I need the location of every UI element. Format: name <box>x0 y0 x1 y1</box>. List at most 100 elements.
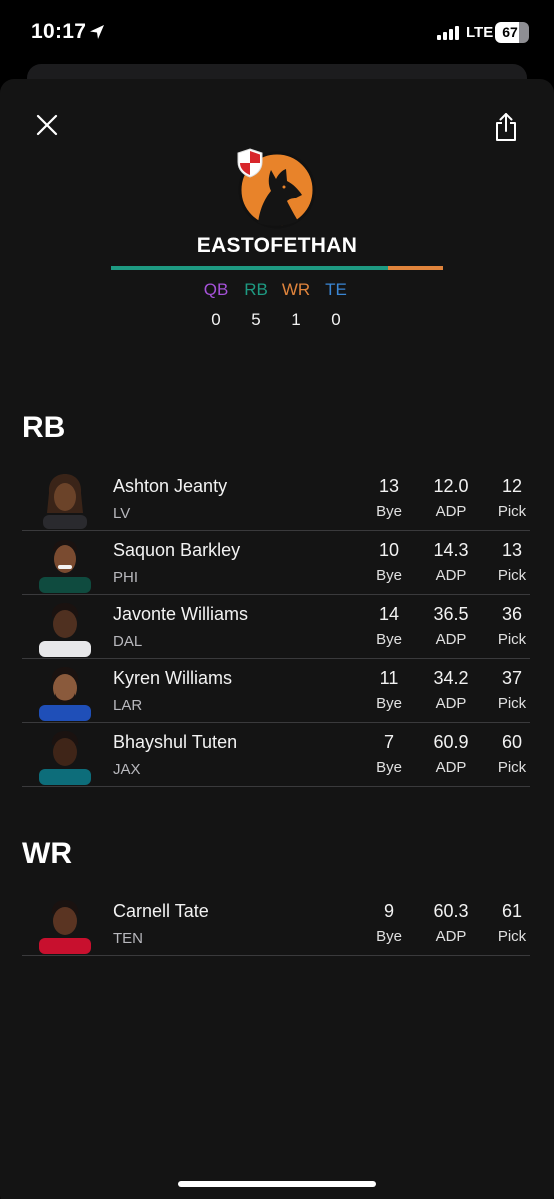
team-name: EASTOFETHAN <box>196 234 358 257</box>
pick-value: 36 <box>501 604 523 624</box>
share-icon <box>496 113 516 141</box>
player-headshot <box>39 731 91 785</box>
close-icon <box>36 114 58 136</box>
pick-value: 61 <box>501 901 523 921</box>
adp-label: ADP <box>435 631 467 648</box>
adp-stat: 60.3 ADP <box>424 901 478 945</box>
position-rb: RB 5 <box>236 279 276 330</box>
bye-value: 14 <box>378 604 400 624</box>
adp-stat: 14.3 ADP <box>424 540 478 584</box>
player-team: LAR <box>113 697 143 714</box>
bye-label: Bye <box>376 759 402 776</box>
player-row[interactable]: Bhayshul Tuten JAX 7 Bye 60.9 ADP 60 Pick <box>22 723 530 787</box>
position-label: RB <box>244 280 268 299</box>
player-headshot <box>39 667 91 721</box>
signal-icon <box>437 26 459 40</box>
bye-label: Bye <box>376 567 402 584</box>
pick-stat: 37 Pick <box>485 668 539 712</box>
roster-composition-bar <box>111 266 443 270</box>
position-count: 1 <box>291 310 301 329</box>
adp-value: 60.3 <box>433 901 469 921</box>
bye-label: Bye <box>376 503 402 520</box>
player-row[interactable]: Ashton Jeanty LV 13 Bye 12.0 ADP 12 Pick <box>22 467 530 531</box>
player-headshot <box>39 603 91 657</box>
pick-label: Pick <box>497 695 527 712</box>
share-button[interactable] <box>486 107 526 147</box>
status-time: 10:17 <box>31 20 87 43</box>
home-indicator[interactable] <box>178 1181 376 1187</box>
player-team: DAL <box>113 633 143 650</box>
player-name: Bhayshul Tuten <box>113 732 238 752</box>
player-row[interactable]: Kyren Williams LAR 11 Bye 34.2 ADP 37 Pick <box>22 659 530 723</box>
pick-stat: 12 Pick <box>485 476 539 520</box>
pick-stat: 36 Pick <box>485 604 539 648</box>
shield-badge-icon <box>237 148 263 178</box>
player-headshot <box>39 900 91 954</box>
network-type: LTE <box>466 24 494 41</box>
pick-stat: 13 Pick <box>485 540 539 584</box>
player-team: PHI <box>113 569 139 586</box>
adp-label: ADP <box>435 503 467 520</box>
player-name: Carnell Tate <box>113 901 209 921</box>
pick-label: Pick <box>497 631 527 648</box>
position-label: QB <box>203 280 229 299</box>
adp-label: ADP <box>435 567 467 584</box>
adp-label: ADP <box>435 928 467 945</box>
bye-stat: 13 Bye <box>362 476 416 520</box>
pick-value: 12 <box>501 476 523 496</box>
bye-value: 9 <box>383 901 394 921</box>
battery-level: 67 <box>502 24 518 40</box>
adp-value: 34.2 <box>433 668 469 688</box>
player-name: Ashton Jeanty <box>113 476 228 496</box>
player-name: Saquon Barkley <box>113 540 241 560</box>
location-arrow-icon <box>90 25 104 39</box>
adp-stat: 36.5 ADP <box>424 604 478 648</box>
adp-label: ADP <box>435 695 467 712</box>
position-count: 5 <box>251 310 261 329</box>
bye-value: 13 <box>378 476 400 496</box>
battery-icon: 67 <box>495 22 529 43</box>
bye-label: Bye <box>376 695 402 712</box>
screen: 10:17 LTE 67 EASTOFETHAN QB 0 RB 5 WR 1 … <box>0 0 554 1199</box>
position-count: 0 <box>331 310 341 329</box>
pick-label: Pick <box>497 567 527 584</box>
pick-label: Pick <box>497 759 527 776</box>
adp-stat: 34.2 ADP <box>424 668 478 712</box>
section-title-wr: WR <box>22 837 72 870</box>
rb-segment <box>111 266 388 270</box>
pick-value: 37 <box>501 668 523 688</box>
position-count: 0 <box>211 310 221 329</box>
pick-stat: 61 Pick <box>485 901 539 945</box>
position-counts: QB 0 RB 5 WR 1 TE 0 <box>196 279 356 330</box>
bye-stat: 7 Bye <box>362 732 416 776</box>
adp-value: 14.3 <box>433 540 469 560</box>
position-te: TE 0 <box>316 279 356 330</box>
pick-label: Pick <box>497 928 527 945</box>
player-row[interactable]: Javonte Williams DAL 14 Bye 36.5 ADP 36 Pic… <box>22 595 530 659</box>
position-label: TE <box>325 280 347 299</box>
player-team: JAX <box>113 761 141 778</box>
bye-label: Bye <box>376 631 402 648</box>
player-headshot <box>43 474 87 529</box>
adp-value: 12.0 <box>433 476 469 496</box>
adp-value: 36.5 <box>433 604 469 624</box>
bye-value: 7 <box>383 732 394 752</box>
player-headshot <box>39 540 91 593</box>
adp-stat: 60.9 ADP <box>424 732 478 776</box>
close-button[interactable] <box>27 105 67 145</box>
pick-label: Pick <box>497 503 527 520</box>
section-title-rb: RB <box>22 411 66 444</box>
bye-stat: 11 Bye <box>362 668 416 712</box>
player-row[interactable]: Saquon Barkley PHI 10 Bye 14.3 ADP 13 Pick <box>22 531 530 595</box>
team-avatar <box>237 148 316 229</box>
player-row[interactable]: Carnell Tate TEN 9 Bye 60.3 ADP 61 Pick <box>22 892 530 956</box>
bye-value: 11 <box>379 668 399 688</box>
pick-stat: 60 Pick <box>485 732 539 776</box>
bye-value: 10 <box>378 540 400 560</box>
adp-value: 60.9 <box>433 732 469 752</box>
status-bar: 10:17 LTE 67 <box>0 0 554 64</box>
position-qb: QB 0 <box>196 279 236 330</box>
player-team: LV <box>113 505 131 522</box>
bye-stat: 10 Bye <box>362 540 416 584</box>
player-name: Kyren Williams <box>113 668 233 688</box>
